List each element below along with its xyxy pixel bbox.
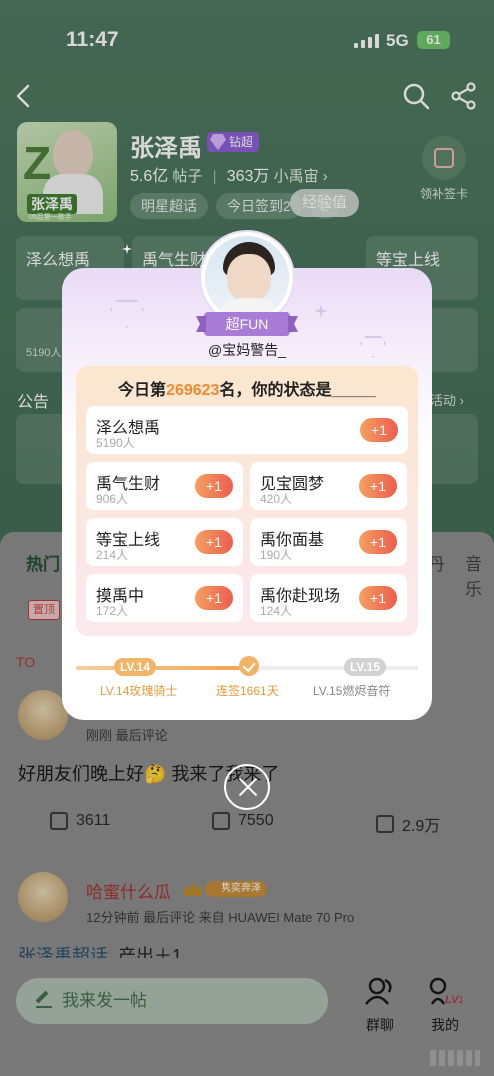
status-option[interactable]: 禹气生财 906人 +1	[86, 462, 243, 510]
checkin-status-modal: 超FUN @宝妈警告_ 今日第269623名，你的状态是_____ 泽么想禹 5…	[62, 232, 432, 720]
plus-one-button[interactable]: +1	[359, 586, 397, 610]
plus-one-button[interactable]: +1	[195, 474, 233, 498]
current-level-label: LV.14玫瑰骑士	[100, 684, 178, 698]
status-option[interactable]: 见宝圆梦 420人 +1	[250, 462, 407, 510]
status-option-count: 906人	[96, 492, 129, 506]
plus-one-button[interactable]: +1	[359, 530, 397, 554]
plus-one-button[interactable]: +1	[195, 586, 233, 610]
next-level-chip: LV.15	[344, 658, 386, 676]
status-option[interactable]: 摸禹中 172人 +1	[86, 574, 243, 622]
rank-text: 今日第269623名，你的状态是_____	[76, 376, 418, 400]
status-option-count: 190人	[260, 548, 293, 562]
status-option[interactable]: 禹你赴现场 124人 +1	[250, 574, 407, 622]
current-level-chip: LV.14	[114, 658, 156, 676]
next-level-label: LV.15燃烬音符	[313, 684, 391, 698]
rank-suffix: 名，你的状态是_____	[219, 382, 376, 399]
rank-prefix: 今日第	[118, 382, 167, 399]
status-option[interactable]: 等宝上线 214人 +1	[86, 518, 243, 566]
user-avatar[interactable]	[201, 232, 293, 324]
sparkle-icon	[314, 304, 328, 318]
user-handle: @宝妈警告_	[208, 342, 286, 358]
rank-number: 269623	[166, 382, 220, 399]
avatar-face	[227, 254, 271, 302]
status-option[interactable]: 禹你面基 190人 +1	[250, 518, 407, 566]
check-icon	[239, 656, 259, 676]
rank-panel: 今日第269623名，你的状态是_____ 泽么想禹 5190人 +1 禹气生财…	[76, 366, 418, 636]
plus-one-button[interactable]: +1	[360, 418, 398, 442]
status-option-count: 214人	[96, 548, 129, 562]
status-option-count: 5190人	[96, 436, 135, 450]
progress-fill	[76, 666, 254, 670]
status-option-count: 172人	[96, 604, 129, 618]
status-option-count: 124人	[260, 604, 293, 618]
diamond-decoration-icon	[110, 300, 144, 328]
close-modal-button[interactable]	[224, 764, 270, 810]
status-option-count: 420人	[260, 492, 293, 506]
status-option[interactable]: 泽么想禹 5190人 +1	[86, 406, 408, 454]
plus-one-button[interactable]: +1	[195, 530, 233, 554]
streak-label: 连签1661天	[216, 684, 279, 698]
plus-one-button[interactable]: +1	[359, 474, 397, 498]
level-progress: LV.14 LV.15 LV.14玫瑰骑士 连签1661天 LV.15燃烬音符	[76, 654, 418, 714]
super-fun-badge: 超FUN	[204, 312, 290, 336]
